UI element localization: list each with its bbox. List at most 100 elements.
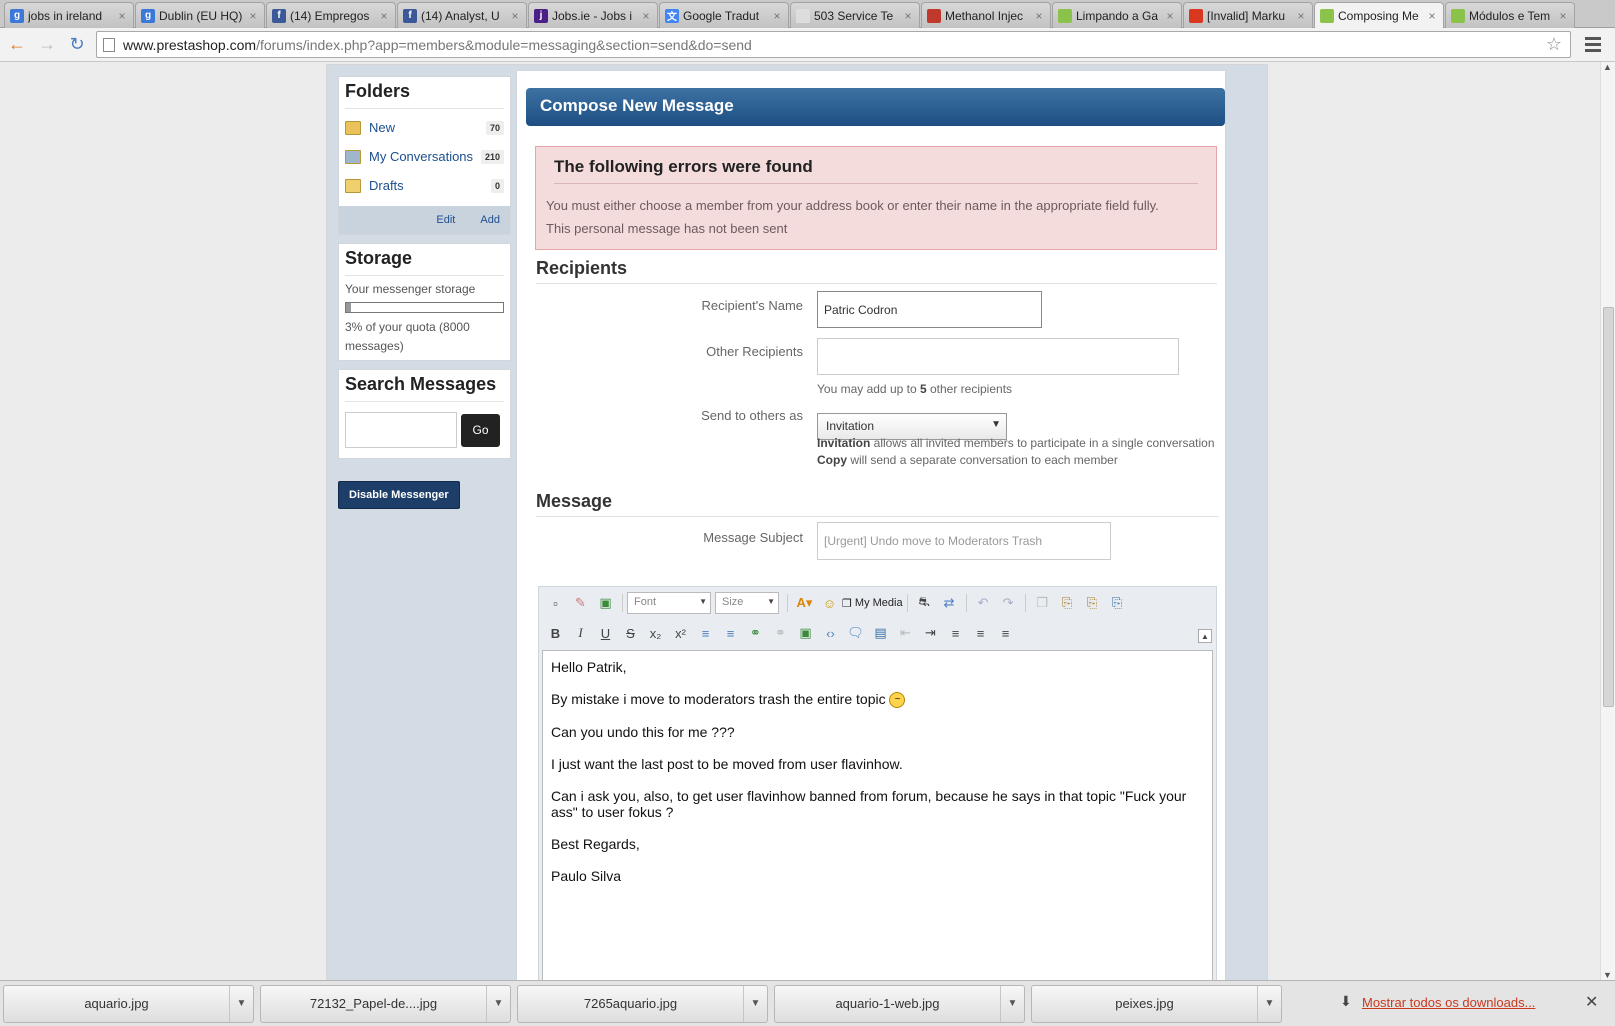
download-menu-arrow-icon[interactable]: ▼ [1257, 985, 1281, 1022]
align-right-icon[interactable]: ≡ [993, 622, 1018, 644]
image-icon[interactable]: ▣ [793, 622, 818, 644]
paste-word-icon[interactable]: ⎘ [1105, 592, 1130, 614]
browser-tab[interactable]: 文 Google Tradut × [659, 2, 789, 28]
scroll-thumb[interactable] [1603, 307, 1614, 707]
download-menu-arrow-icon[interactable]: ▼ [229, 985, 253, 1022]
spoiler-icon[interactable]: ▤ [868, 622, 893, 644]
download-item[interactable]: peixes.jpg ▼ [1031, 984, 1282, 1023]
browser-tab[interactable]: 503 Service Te × [790, 2, 920, 28]
subscript-icon[interactable]: x₂ [643, 622, 668, 644]
underline-icon[interactable]: U [593, 622, 618, 644]
numbered-list-icon[interactable]: ≡ [718, 622, 743, 644]
download-menu-arrow-icon[interactable]: ▼ [743, 985, 767, 1022]
browser-tab[interactable]: Methanol Injec × [921, 2, 1051, 28]
browser-tab[interactable]: g jobs in ireland × [4, 2, 134, 28]
paste-text-icon[interactable]: ⎘ [1080, 592, 1105, 614]
scroll-up-icon[interactable]: ▲ [1603, 62, 1612, 72]
paste-icon[interactable]: ⎘ [1055, 592, 1080, 614]
link-icon[interactable]: ⚭ [743, 622, 768, 644]
show-all-downloads-link[interactable]: Mostrar todos os downloads... [1362, 995, 1535, 1010]
close-tab-icon[interactable]: × [902, 9, 914, 23]
align-center-icon[interactable]: ≡ [968, 622, 993, 644]
forward-icon[interactable]: → [34, 34, 60, 55]
close-tab-icon[interactable]: × [378, 9, 390, 23]
back-icon[interactable]: ← [4, 34, 30, 55]
close-tab-icon[interactable]: × [771, 9, 783, 23]
disable-messenger-button[interactable]: Disable Messenger [338, 481, 460, 509]
tab-title: jobs in ireland [28, 8, 103, 23]
message-body-editor[interactable]: Hello Patrik, By mistake i move to modera… [542, 650, 1213, 980]
eraser-icon[interactable]: ✎ [568, 592, 593, 614]
italic-icon[interactable]: I [568, 622, 593, 644]
quote-icon[interactable]: 🗨 [843, 622, 868, 644]
unlink-icon[interactable]: ⚭ [768, 622, 793, 644]
folders-box: Folders New 70 My Conversations 210 Drafts 0 … [338, 76, 511, 235]
folder-link[interactable]: My Conversations [369, 149, 481, 164]
close-downloads-icon[interactable]: ✕ [1585, 992, 1598, 1012]
page-scrollbar[interactable]: ▲ ▼ [1600, 62, 1615, 980]
search-messages-input[interactable] [345, 412, 457, 448]
folder-item[interactable]: Drafts 0 [345, 171, 504, 200]
font-select[interactable]: Font ▼ [627, 592, 711, 614]
download-menu-arrow-icon[interactable]: ▼ [1000, 985, 1024, 1022]
outdent-icon[interactable]: ⇤ [893, 622, 918, 644]
indent-icon[interactable]: ⇥ [918, 622, 943, 644]
browser-tab[interactable]: f (14) Analyst, U × [397, 2, 527, 28]
close-tab-icon[interactable]: × [509, 9, 521, 23]
align-left-icon[interactable]: ≡ [943, 622, 968, 644]
undo-icon[interactable]: ↶ [971, 592, 996, 614]
recipient-name-input[interactable]: Patric Codron [817, 291, 1042, 328]
close-tab-icon[interactable]: × [1426, 9, 1438, 23]
my-media-icon[interactable]: ❐ My Media [842, 592, 903, 614]
browser-tab[interactable]: Limpando a Ga × [1052, 2, 1182, 28]
find-icon[interactable]: ⛐ [912, 592, 937, 614]
close-tab-icon[interactable]: × [116, 9, 128, 23]
close-tab-icon[interactable]: × [1295, 9, 1307, 23]
browser-tab[interactable]: f (14) Empregos × [266, 2, 396, 28]
add-folder-link[interactable]: Add [480, 214, 500, 226]
search-go-button[interactable]: Go [461, 413, 500, 447]
close-tab-icon[interactable]: × [640, 9, 652, 23]
browser-tab[interactable]: g Dublin (EU HQ) × [135, 2, 265, 28]
emoticon-icon[interactable]: ☺ [817, 592, 842, 614]
folder-item[interactable]: My Conversations 210 [345, 142, 504, 171]
reload-icon[interactable]: ↻ [64, 34, 90, 55]
subject-input[interactable]: [Urgent] Undo move to Moderators Trash [817, 522, 1111, 560]
download-item[interactable]: aquario.jpg ▼ [3, 984, 254, 1023]
source-icon[interactable]: ▣ [593, 592, 618, 614]
paste-text-icon[interactable]: ▫ [543, 592, 568, 614]
other-recipients-input[interactable] [817, 338, 1179, 375]
download-menu-arrow-icon[interactable]: ▼ [486, 985, 510, 1022]
strikethrough-icon[interactable]: S [618, 622, 643, 644]
browser-tab[interactable]: Módulos e Tem × [1445, 2, 1575, 28]
chrome-menu-icon[interactable] [1585, 34, 1601, 55]
browser-tab[interactable]: Composing Me × [1314, 2, 1444, 28]
text-color-icon[interactable]: A▾ [792, 592, 817, 614]
download-item[interactable]: 72132_Papel-de....jpg ▼ [260, 984, 511, 1023]
bold-icon[interactable]: B [543, 622, 568, 644]
address-bar[interactable]: www.prestashop.com /forums/index.php?app… [96, 31, 1571, 58]
close-tab-icon[interactable]: × [1033, 9, 1045, 23]
size-select[interactable]: Size ▼ [715, 592, 779, 614]
close-tab-icon[interactable]: × [247, 9, 259, 23]
code-icon[interactable]: ‹› [818, 622, 843, 644]
browser-tab[interactable]: [Invalid] Marku × [1183, 2, 1313, 28]
replace-icon[interactable]: ⇄ [937, 592, 962, 614]
bookmark-star-icon[interactable]: ☆ [1546, 34, 1562, 55]
folder-link[interactable]: New [369, 120, 486, 135]
redo-icon[interactable]: ↷ [996, 592, 1021, 614]
download-item[interactable]: 7265aquario.jpg ▼ [517, 984, 768, 1023]
bullet-list-icon[interactable]: ≡ [693, 622, 718, 644]
prestashop-icon [1058, 8, 1072, 23]
download-item[interactable]: aquario-1-web.jpg ▼ [774, 984, 1025, 1023]
folder-item[interactable]: New 70 [345, 113, 504, 142]
browser-tab[interactable]: j Jobs.ie - Jobs i × [528, 2, 658, 28]
scroll-down-icon[interactable]: ▼ [1603, 970, 1612, 980]
close-tab-icon[interactable]: × [1557, 9, 1569, 23]
folder-link[interactable]: Drafts [369, 178, 491, 193]
collapse-toolbar-icon[interactable]: ▲ [1198, 629, 1212, 643]
edit-folders-link[interactable]: Edit [436, 214, 455, 226]
close-tab-icon[interactable]: × [1164, 9, 1176, 23]
copy-icon[interactable]: ❐ [1030, 592, 1055, 614]
superscript-icon[interactable]: x² [668, 622, 693, 644]
